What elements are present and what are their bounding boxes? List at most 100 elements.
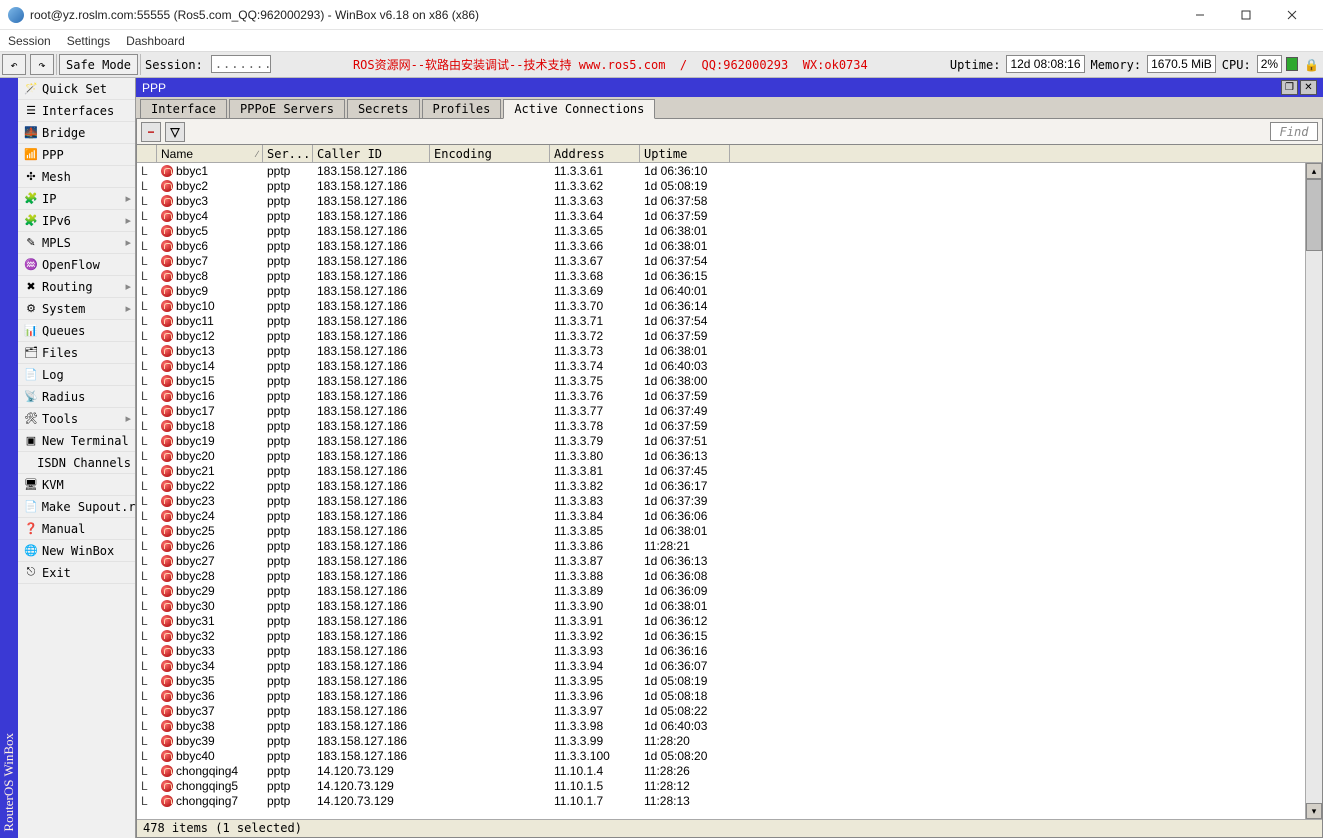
table-row[interactable]: Lbbyc17pptp183.158.127.18611.3.3.771d 06… xyxy=(137,403,1305,418)
remove-button[interactable]: − xyxy=(141,122,161,142)
sidebar-item-openflow[interactable]: ♒OpenFlow xyxy=(18,254,135,276)
table-row[interactable]: Lchongqing5pptp14.120.73.12911.10.1.511:… xyxy=(137,778,1305,793)
row-uptime: 1d 05:08:22 xyxy=(640,703,730,718)
sidebar-item-ppp[interactable]: 📶PPP xyxy=(18,144,135,166)
find-input[interactable]: Find xyxy=(1270,122,1318,141)
vertical-scrollbar[interactable]: ▴ ▾ xyxy=(1305,163,1322,819)
panel-close-button[interactable]: ✕ xyxy=(1300,80,1317,95)
sidebar-item-files[interactable]: 🗂Files xyxy=(18,342,135,364)
sidebar-item-ipv6[interactable]: 🧩IPv6▸ xyxy=(18,210,135,232)
table-row[interactable]: Lbbyc36pptp183.158.127.18611.3.3.961d 05… xyxy=(137,688,1305,703)
tab-interface[interactable]: Interface xyxy=(140,99,227,119)
table-row[interactable]: Lbbyc16pptp183.158.127.18611.3.3.761d 06… xyxy=(137,388,1305,403)
table-row[interactable]: Lbbyc37pptp183.158.127.18611.3.3.971d 05… xyxy=(137,703,1305,718)
sidebar-item-new-winbox[interactable]: 🌐New WinBox xyxy=(18,540,135,562)
table-row[interactable]: Lbbyc2pptp183.158.127.18611.3.3.621d 05:… xyxy=(137,178,1305,193)
sidebar-item-manual[interactable]: ❓Manual xyxy=(18,518,135,540)
table-row[interactable]: Lbbyc6pptp183.158.127.18611.3.3.661d 06:… xyxy=(137,238,1305,253)
row-flag: L xyxy=(137,163,157,178)
table-row[interactable]: Lbbyc39pptp183.158.127.18611.3.3.9911:28… xyxy=(137,733,1305,748)
table-row[interactable]: Lbbyc32pptp183.158.127.18611.3.3.921d 06… xyxy=(137,628,1305,643)
table-row[interactable]: Lbbyc7pptp183.158.127.18611.3.3.671d 06:… xyxy=(137,253,1305,268)
table-row[interactable]: Lbbyc14pptp183.158.127.18611.3.3.741d 06… xyxy=(137,358,1305,373)
table-row[interactable]: Lbbyc19pptp183.158.127.18611.3.3.791d 06… xyxy=(137,433,1305,448)
sidebar-item-mpls[interactable]: ✎MPLS▸ xyxy=(18,232,135,254)
table-row[interactable]: Lbbyc10pptp183.158.127.18611.3.3.701d 06… xyxy=(137,298,1305,313)
menu-dashboard[interactable]: Dashboard xyxy=(126,34,185,48)
sidebar-item-kvm[interactable]: 🖥KVM xyxy=(18,474,135,496)
table-row[interactable]: Lchongqing7pptp14.120.73.12911.10.1.711:… xyxy=(137,793,1305,808)
sidebar-item-queues[interactable]: 📊Queues xyxy=(18,320,135,342)
table-row[interactable]: Lbbyc26pptp183.158.127.18611.3.3.8611:28… xyxy=(137,538,1305,553)
grid-rows[interactable]: Lbbyc1pptp183.158.127.18611.3.3.611d 06:… xyxy=(137,163,1305,819)
sidebar-item-isdn-channels[interactable]: ISDN Channels xyxy=(18,452,135,474)
sidebar-item-make-supout.rif[interactable]: 📄Make Supout.rif xyxy=(18,496,135,518)
table-row[interactable]: Lbbyc35pptp183.158.127.18611.3.3.951d 05… xyxy=(137,673,1305,688)
table-row[interactable]: Lbbyc29pptp183.158.127.18611.3.3.891d 06… xyxy=(137,583,1305,598)
sidebar-item-ip[interactable]: 🧩IP▸ xyxy=(18,188,135,210)
sidebar-item-mesh[interactable]: ✣Mesh xyxy=(18,166,135,188)
sidebar-item-bridge[interactable]: 🌉Bridge xyxy=(18,122,135,144)
close-button[interactable] xyxy=(1269,0,1315,30)
table-row[interactable]: Lbbyc21pptp183.158.127.18611.3.3.811d 06… xyxy=(137,463,1305,478)
sidebar-item-tools[interactable]: 🛠Tools▸ xyxy=(18,408,135,430)
table-row[interactable]: Lbbyc9pptp183.158.127.18611.3.3.691d 06:… xyxy=(137,283,1305,298)
sidebar-item-log[interactable]: 📄Log xyxy=(18,364,135,386)
table-row[interactable]: Lbbyc33pptp183.158.127.18611.3.3.931d 06… xyxy=(137,643,1305,658)
table-row[interactable]: Lbbyc20pptp183.158.127.18611.3.3.801d 06… xyxy=(137,448,1305,463)
menu-session[interactable]: Session xyxy=(8,34,51,48)
row-caller: 183.158.127.186 xyxy=(313,583,430,598)
table-row[interactable]: Lbbyc4pptp183.158.127.18611.3.3.641d 06:… xyxy=(137,208,1305,223)
sidebar-item-exit[interactable]: ⎋Exit xyxy=(18,562,135,584)
table-row[interactable]: Lbbyc27pptp183.158.127.18611.3.3.871d 06… xyxy=(137,553,1305,568)
undo-button[interactable]: ↶ xyxy=(2,54,26,75)
menu-settings[interactable]: Settings xyxy=(67,34,110,48)
table-row[interactable]: Lbbyc1pptp183.158.127.18611.3.3.611d 06:… xyxy=(137,163,1305,178)
tab-secrets[interactable]: Secrets xyxy=(347,99,420,119)
table-row[interactable]: Lbbyc3pptp183.158.127.18611.3.3.631d 06:… xyxy=(137,193,1305,208)
row-name: bbyc27 xyxy=(157,553,263,568)
row-flag: L xyxy=(137,343,157,358)
grid-header[interactable]: Name∕ Ser... Caller ID Encoding Address … xyxy=(137,145,1322,163)
minimize-button[interactable] xyxy=(1177,0,1223,30)
tab-active-connections[interactable]: Active Connections xyxy=(503,99,655,119)
filter-button[interactable]: ▽ xyxy=(165,122,185,142)
sidebar-item-quick-set[interactable]: 🪄Quick Set xyxy=(18,78,135,100)
row-encoding xyxy=(430,553,550,568)
table-row[interactable]: Lbbyc34pptp183.158.127.18611.3.3.941d 06… xyxy=(137,658,1305,673)
table-row[interactable]: Lbbyc22pptp183.158.127.18611.3.3.821d 06… xyxy=(137,478,1305,493)
session-value[interactable]: ....... xyxy=(211,55,271,73)
redo-button[interactable]: ↷ xyxy=(30,54,54,75)
scroll-down-button[interactable]: ▾ xyxy=(1306,803,1322,819)
row-name: chongqing5 xyxy=(157,778,263,793)
sidebar-item-interfaces[interactable]: ☰Interfaces xyxy=(18,100,135,122)
sidebar-item-radius[interactable]: 📡Radius xyxy=(18,386,135,408)
table-row[interactable]: Lbbyc23pptp183.158.127.18611.3.3.831d 06… xyxy=(137,493,1305,508)
panel-restore-button[interactable]: ❐ xyxy=(1281,80,1298,95)
tab-pppoe-servers[interactable]: PPPoE Servers xyxy=(229,99,345,119)
table-row[interactable]: Lbbyc28pptp183.158.127.18611.3.3.881d 06… xyxy=(137,568,1305,583)
table-row[interactable]: Lbbyc24pptp183.158.127.18611.3.3.841d 06… xyxy=(137,508,1305,523)
table-row[interactable]: Lbbyc25pptp183.158.127.18611.3.3.851d 06… xyxy=(137,523,1305,538)
table-row[interactable]: Lbbyc15pptp183.158.127.18611.3.3.751d 06… xyxy=(137,373,1305,388)
sidebar-item-new-terminal[interactable]: ▣New Terminal xyxy=(18,430,135,452)
table-row[interactable]: Lbbyc5pptp183.158.127.18611.3.3.651d 06:… xyxy=(137,223,1305,238)
scroll-up-button[interactable]: ▴ xyxy=(1306,163,1322,179)
table-row[interactable]: Lbbyc38pptp183.158.127.18611.3.3.981d 06… xyxy=(137,718,1305,733)
safe-mode-button[interactable]: Safe Mode xyxy=(59,54,138,75)
table-row[interactable]: Lbbyc13pptp183.158.127.18611.3.3.731d 06… xyxy=(137,343,1305,358)
center-message: ROS资源网--软路由安装调试--技术支持 www.ros5.com / QQ:… xyxy=(275,52,946,77)
table-row[interactable]: Lbbyc30pptp183.158.127.18611.3.3.901d 06… xyxy=(137,598,1305,613)
sidebar-item-routing[interactable]: ✖Routing▸ xyxy=(18,276,135,298)
table-row[interactable]: Lbbyc11pptp183.158.127.18611.3.3.711d 06… xyxy=(137,313,1305,328)
table-row[interactable]: Lchongqing4pptp14.120.73.12911.10.1.411:… xyxy=(137,763,1305,778)
table-row[interactable]: Lbbyc8pptp183.158.127.18611.3.3.681d 06:… xyxy=(137,268,1305,283)
sidebar-item-system[interactable]: ⚙System▸ xyxy=(18,298,135,320)
maximize-button[interactable] xyxy=(1223,0,1269,30)
tab-profiles[interactable]: Profiles xyxy=(422,99,502,119)
table-row[interactable]: Lbbyc18pptp183.158.127.18611.3.3.781d 06… xyxy=(137,418,1305,433)
table-row[interactable]: Lbbyc40pptp183.158.127.18611.3.3.1001d 0… xyxy=(137,748,1305,763)
scroll-thumb[interactable] xyxy=(1306,179,1322,251)
table-row[interactable]: Lbbyc12pptp183.158.127.18611.3.3.721d 06… xyxy=(137,328,1305,343)
table-row[interactable]: Lbbyc31pptp183.158.127.18611.3.3.911d 06… xyxy=(137,613,1305,628)
